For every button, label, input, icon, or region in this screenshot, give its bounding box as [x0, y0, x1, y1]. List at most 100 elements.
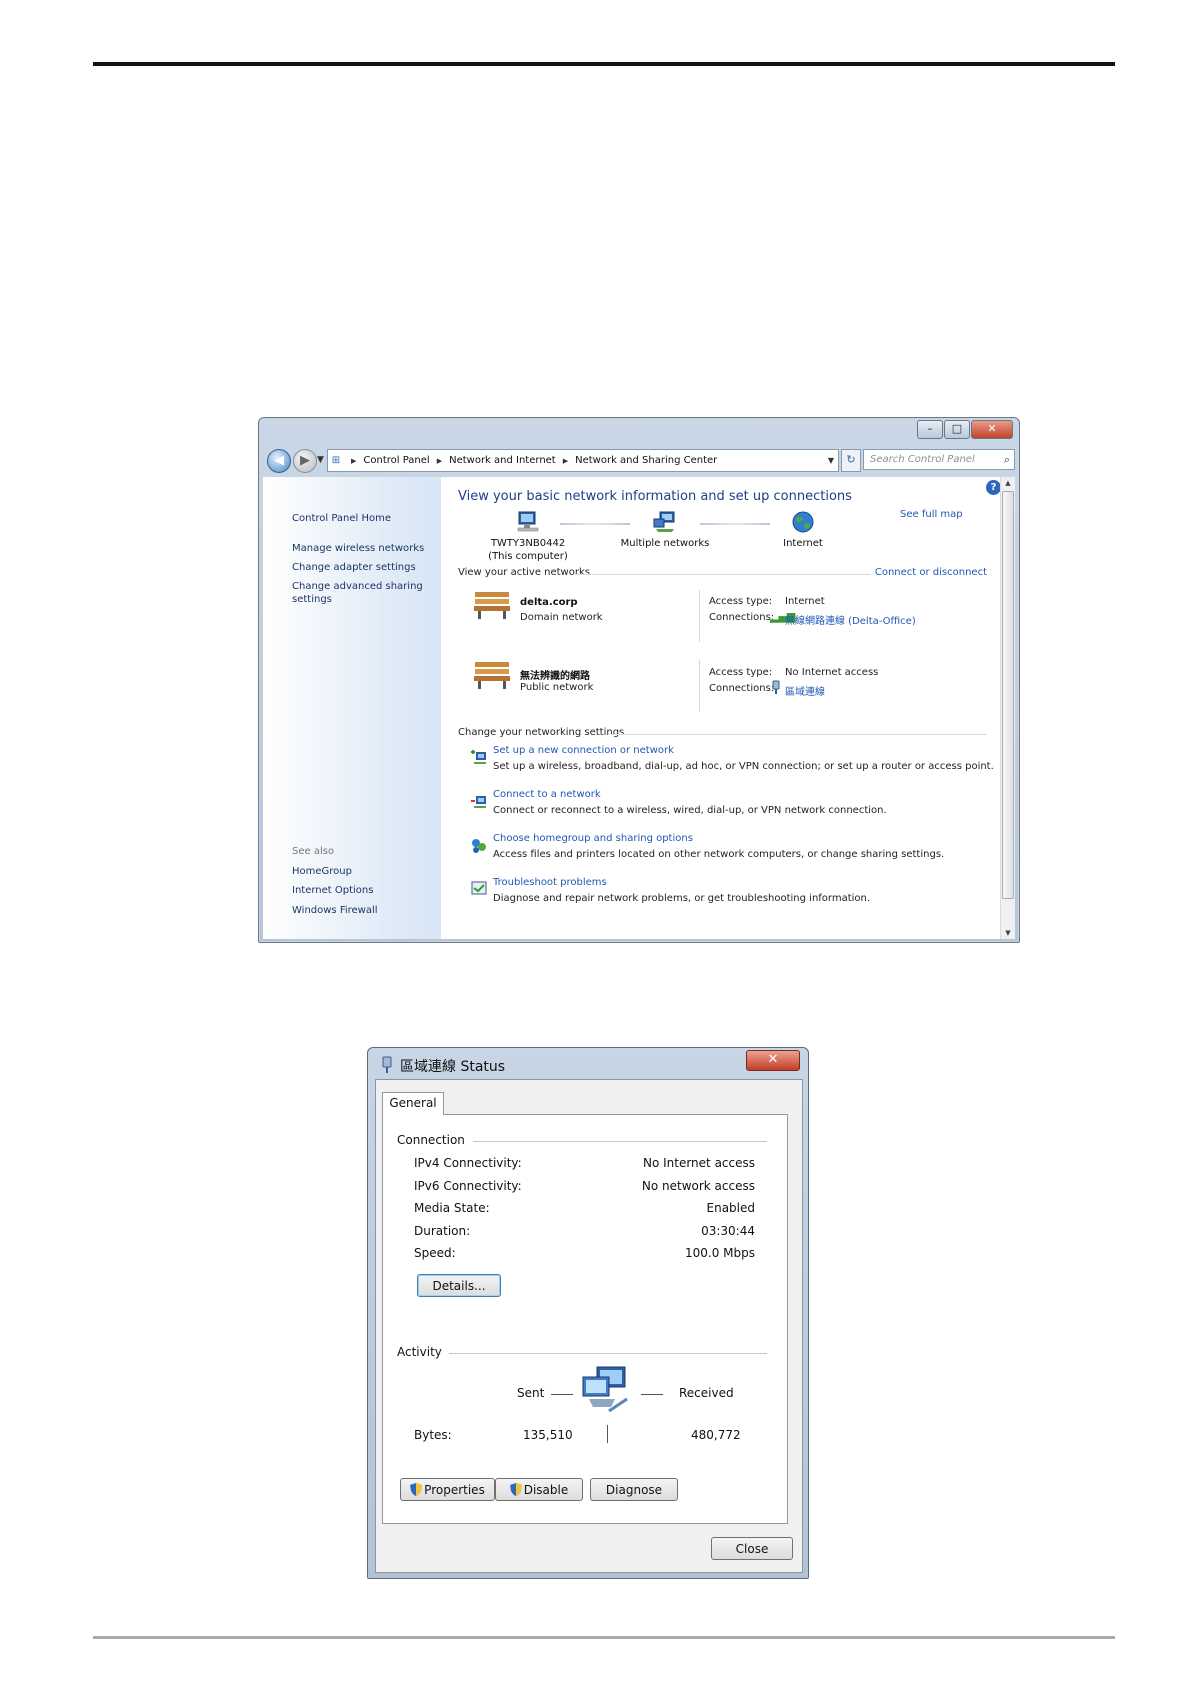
search-placeholder: Search Control Panel [870, 454, 975, 465]
networking-settings-section: Change your networking settings [458, 727, 987, 741]
task-new-connection-link[interactable]: Set up a new connection or network [493, 745, 674, 756]
speed-label: Speed: [414, 1246, 456, 1260]
local-connection-link[interactable]: 區域連線 [785, 683, 825, 698]
group-divider [449, 1353, 767, 1354]
footer-rule [93, 1636, 1115, 1639]
sidebar-manage-wireless[interactable]: Manage wireless networks [292, 543, 424, 554]
bytes-sent-value: 135,510 [523, 1428, 573, 1442]
connect-or-disconnect-link[interactable]: Connect or disconnect [870, 567, 987, 578]
network-type-link[interactable]: Domain network [520, 612, 603, 623]
network-computers-icon [582, 1366, 628, 1413]
scroll-up-icon[interactable]: ▲ [1001, 479, 1015, 487]
scroll-down-icon[interactable]: ▼ [1001, 929, 1015, 937]
public-network-bench-icon [474, 662, 510, 689]
computer-icon [517, 511, 539, 532]
refresh-button[interactable]: ↻ [841, 449, 861, 472]
details-button[interactable]: Details... [417, 1274, 501, 1297]
connection-group-heading: Connection [397, 1133, 465, 1147]
help-icon[interactable]: ? [986, 480, 1001, 495]
search-icon[interactable]: ⌕ [1004, 450, 1010, 470]
close-button[interactable]: ✕ [746, 1050, 800, 1071]
minimize-button[interactable]: – [917, 420, 943, 439]
computer-note: (This computer) [488, 551, 568, 562]
tab-general[interactable]: General [382, 1092, 444, 1115]
breadcrumb-control-panel[interactable]: Control Panel [363, 451, 429, 471]
uac-shield-icon [509, 1483, 522, 1496]
bytes-label: Bytes: [414, 1428, 452, 1442]
sidebar-control-panel-home[interactable]: Control Panel Home [292, 513, 391, 524]
back-button[interactable]: ◀ [267, 449, 291, 473]
access-type-label: Access type: [709, 667, 773, 678]
diagnose-button[interactable]: Diagnose [590, 1478, 678, 1501]
sidebar-internet-options[interactable]: Internet Options [292, 885, 373, 896]
maximize-button[interactable]: □ [944, 420, 970, 439]
connections-label: Connections: [709, 683, 775, 694]
header-rule [93, 62, 1115, 66]
wireless-connection-link[interactable]: 無線網路連線 (Delta-Office) [785, 612, 916, 627]
close-dialog-button[interactable]: Close [711, 1537, 793, 1560]
dialog-title: 區域連線 Status [400, 1059, 506, 1075]
vertical-scrollbar[interactable]: ▲ ▼ [1000, 477, 1015, 939]
ipv6-connectivity-value: No network access [641, 1179, 755, 1193]
breadcrumb-separator-icon: ▶ [562, 456, 569, 465]
address-dropdown-icon[interactable]: ▼ [828, 451, 838, 471]
internet-label: Internet [783, 538, 823, 549]
task-description: Access files and printers located on oth… [493, 849, 945, 860]
sidebar-windows-firewall[interactable]: Windows Firewall [292, 905, 378, 916]
sidebar-homegroup[interactable]: HomeGroup [292, 866, 352, 877]
sidebar-change-advanced-sharing[interactable]: Change advanced sharing [292, 581, 423, 592]
sidebar-change-advanced-sharing-cont[interactable]: settings [292, 594, 332, 605]
active-networks-section: View your active networks Connect or dis… [458, 567, 987, 581]
map-multiple-networks[interactable]: Multiple networks [615, 511, 715, 550]
bytes-divider [607, 1425, 608, 1443]
task-troubleshoot-link[interactable]: Troubleshoot problems [493, 877, 607, 888]
network-sharing-center-window: – □ ✕ ◀ ▶ ▼ ⊞ ▶ Control Panel ▶ Network … [258, 417, 1020, 943]
connections-label: Connections: [709, 612, 775, 623]
connect-network-icon [471, 796, 486, 808]
active-networks-heading: View your active networks [458, 567, 590, 578]
access-type-value: Internet [785, 596, 825, 607]
media-state-label: Media State: [414, 1201, 490, 1215]
arrow-right-icon: ▶ [300, 453, 310, 468]
address-bar[interactable]: ⊞ ▶ Control Panel ▶ Network and Internet… [327, 449, 839, 472]
sent-line [551, 1394, 573, 1395]
breadcrumb-separator-icon: ▶ [351, 456, 357, 465]
properties-button-label: Properties [424, 1483, 485, 1497]
task-homegroup-link[interactable]: Choose homegroup and sharing options [493, 833, 693, 844]
network-folder-icon: ⊞ [331, 454, 341, 466]
activity-group-heading: Activity [397, 1345, 442, 1359]
close-button[interactable]: ✕ [971, 420, 1013, 439]
connection-status-dialog: 區域連線 Status ✕ General Connection IPv4 Co… [367, 1047, 809, 1579]
see-also-heading: See also [292, 846, 335, 857]
search-input[interactable]: Search Control Panel ⌕ [863, 449, 1015, 470]
see-full-map-link[interactable]: See full map [900, 509, 963, 520]
breadcrumb-network-internet[interactable]: Network and Internet [449, 451, 556, 471]
network-divider [699, 660, 700, 712]
task-description: Diagnose and repair network problems, or… [493, 893, 871, 904]
speed-value: 100.0 Mbps [684, 1246, 755, 1260]
properties-button[interactable]: Properties [400, 1478, 495, 1501]
multiple-networks-icon [653, 511, 675, 532]
scroll-thumb[interactable] [1002, 491, 1014, 899]
network-name: 無法辨識的網路 [520, 671, 590, 682]
recent-pages-dropdown[interactable]: ▼ [317, 455, 324, 465]
received-label: Received [679, 1386, 734, 1400]
arrow-left-icon: ◀ [274, 453, 284, 468]
homegroup-icon [472, 839, 486, 853]
forward-button[interactable]: ▶ [293, 449, 317, 473]
task-connect-network-link[interactable]: Connect to a network [493, 789, 601, 800]
task-description: Set up a wireless, broadband, dial-up, a… [493, 761, 994, 772]
domain-network-bench-icon [474, 592, 510, 619]
network-type-link[interactable]: Public network [520, 682, 593, 693]
map-link-line [700, 523, 770, 525]
disable-button[interactable]: Disable [495, 1478, 583, 1501]
sidebar-change-adapter[interactable]: Change adapter settings [292, 562, 416, 573]
received-line [641, 1394, 663, 1395]
multiple-networks-label: Multiple networks [620, 538, 710, 549]
map-internet[interactable]: Internet [763, 511, 843, 550]
ipv4-connectivity-label: IPv4 Connectivity: [414, 1156, 522, 1170]
general-tab-panel: Connection IPv4 Connectivity: No Interne… [382, 1114, 788, 1524]
breadcrumb-network-sharing-center[interactable]: Network and Sharing Center [575, 451, 717, 471]
media-state-value: Enabled [706, 1201, 756, 1215]
page-title: View your basic network information and … [458, 489, 852, 504]
